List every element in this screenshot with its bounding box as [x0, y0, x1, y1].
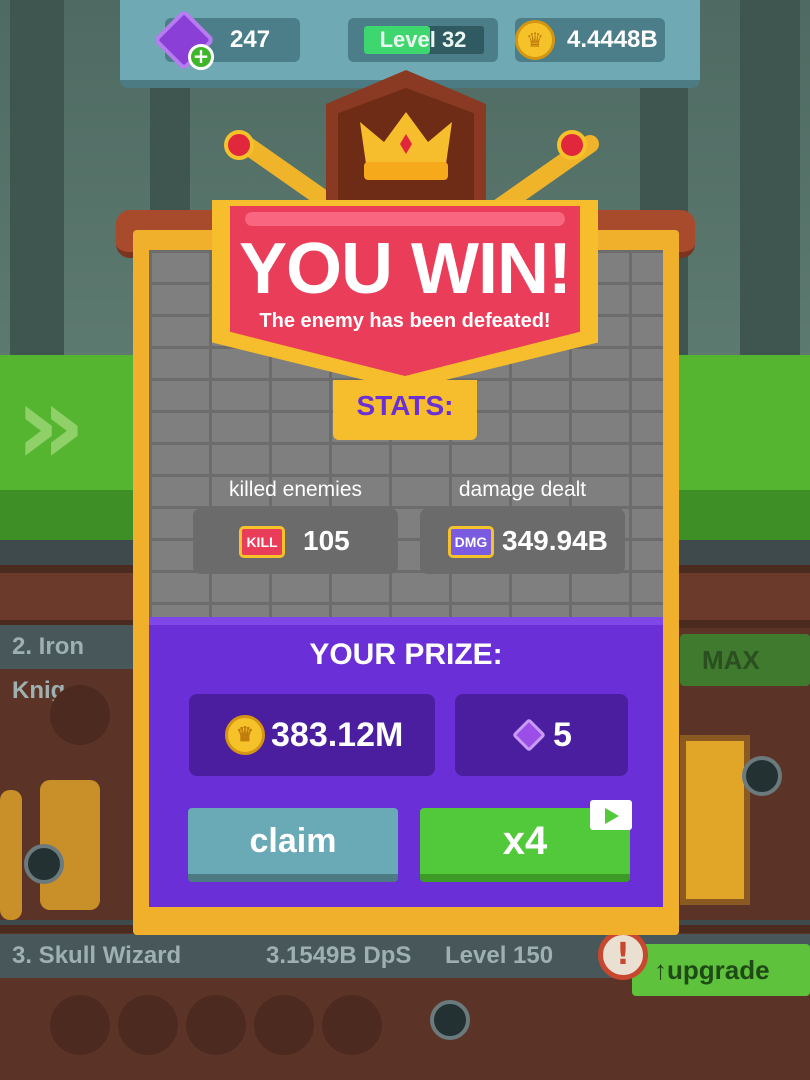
shield-icon	[24, 844, 64, 884]
kills-value: 105	[303, 525, 350, 556]
win-title: YOU WIN!	[239, 229, 572, 309]
slot-circle	[118, 995, 178, 1055]
tree-trunk	[740, 0, 800, 360]
coin-icon: ♛	[225, 715, 265, 755]
stat-caption-damage: damage dealt	[458, 478, 587, 501]
slot-circle	[50, 995, 110, 1055]
kill-badge: KILL	[239, 526, 285, 558]
dmg-badge: DMG	[448, 526, 494, 558]
win-subtitle: The enemy has been defeated!	[259, 310, 551, 332]
coin-count: 4.4448B	[567, 26, 658, 53]
video-icon	[590, 800, 632, 830]
prize-gems-value: 5	[553, 716, 572, 754]
slot-circle	[254, 995, 314, 1055]
max-button[interactable]: MAX	[680, 634, 810, 686]
lane-name: 3. Skull Wizard	[12, 942, 182, 969]
tree-trunk	[10, 0, 64, 360]
scepter-orb-left	[224, 130, 254, 160]
hero-character	[0, 790, 22, 920]
plus-icon[interactable]: +	[188, 44, 214, 70]
fast-forward-icon: »	[15, 361, 87, 489]
timer-icon	[430, 1000, 470, 1040]
slot-circle	[322, 995, 382, 1055]
level-indicator: Level 32	[348, 18, 498, 62]
coin-icon: ♛	[515, 20, 555, 60]
slot-circle	[50, 685, 110, 745]
lane-level: Level 150	[445, 942, 554, 969]
gold-shelf	[680, 735, 750, 905]
crown-icon	[360, 112, 452, 180]
damage-value: 349.94B	[502, 525, 608, 556]
stat-kills: KILL 105	[193, 508, 398, 574]
scepter-orb-right	[557, 130, 587, 160]
banner-highlight	[245, 212, 565, 226]
gem-icon	[512, 718, 546, 752]
prize-coins: ♛ 383.12M	[189, 694, 435, 776]
slot-circle	[186, 995, 246, 1055]
stat-damage: DMG 349.94B	[420, 508, 625, 574]
lane-dps: 3.1549B DpS	[266, 942, 412, 969]
prize-gems: 5	[455, 694, 628, 776]
level-label: Level 32	[379, 27, 467, 52]
gem-count: 247	[230, 26, 271, 53]
lane-label-iron-knight: 2. Iron Knig	[0, 625, 140, 704]
upgrade-button[interactable]: ↑upgrade	[632, 944, 810, 996]
prize-title: YOUR PRIZE:	[309, 638, 503, 671]
warning-icon[interactable]: !	[598, 930, 648, 980]
stats-label: STATS:	[356, 390, 454, 421]
claim-button[interactable]: claim	[188, 808, 398, 882]
stat-caption-kills: killed enemies	[228, 478, 363, 501]
prize-coins-value: 383.12M	[271, 716, 404, 754]
timer-icon	[742, 756, 782, 796]
